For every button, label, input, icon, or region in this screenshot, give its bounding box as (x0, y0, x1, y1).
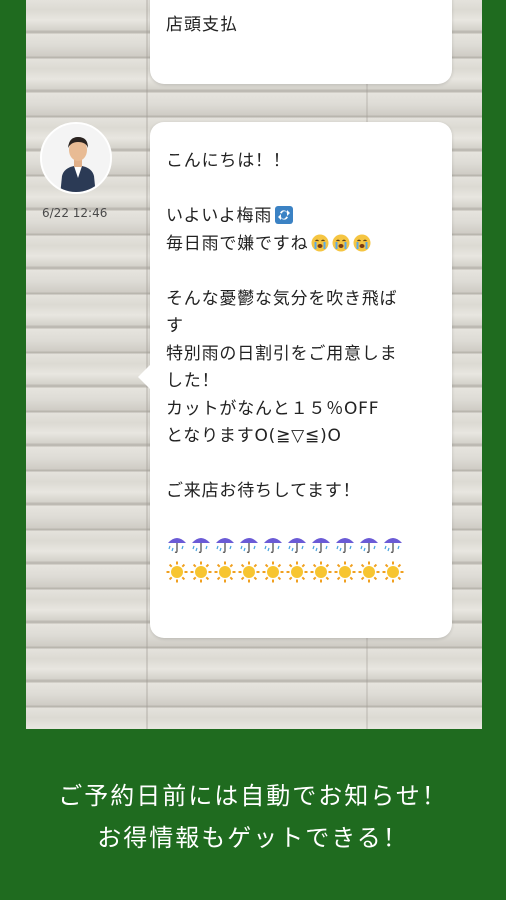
message-line: す (166, 316, 184, 336)
message-line: そんな憂鬱な気分を吹き飛ば (166, 288, 398, 309)
message-line: カットがなんと１５％OFF (166, 398, 380, 419)
message-body: こんにちは！！ いよいよ梅雨 毎日雨で嫌ですね そんな憂鬱な気分を吹き飛ば す … (166, 148, 441, 588)
message-line: こんにちは！！ (166, 151, 291, 171)
avatar[interactable] (40, 122, 112, 194)
previous-message-bubble: 店頭支払 (150, 0, 452, 84)
sun-icon (190, 561, 212, 582)
umbrella-rain-icon (216, 538, 234, 553)
sun-icon (238, 561, 260, 582)
message-line-with-icon: いよいよ梅雨 (166, 203, 441, 231)
crying-face-icon (311, 234, 329, 251)
message-line: いよいよ梅雨 (166, 206, 273, 226)
chat-screen: 店頭支払 6/22 12:46 こんにちは！！ いよいよ梅雨 毎日雨で嫌ですね … (26, 0, 482, 729)
message-line: となりますO(≧▽≦)O (166, 426, 342, 446)
umbrella-rain-icon (168, 538, 186, 553)
arrow-repeat-icon (275, 206, 294, 224)
sun-icon (214, 561, 236, 582)
crying-face-icon (332, 234, 350, 251)
umbrella-rain-icon (264, 538, 282, 553)
promo-caption-line-2: お得情報もゲットできる！ (97, 824, 409, 852)
message-timestamp: 6/22 12:46 (42, 206, 108, 220)
umbrella-rain-icon (360, 538, 378, 553)
previous-message-text: 店頭支払 (166, 15, 238, 35)
sun-icon (310, 561, 332, 582)
promo-caption-line-1: ご予約日前には自動でお知らせ！ (58, 782, 448, 810)
message-line: 毎日雨で嫌ですね (166, 233, 309, 254)
umbrella-rain-icon (312, 538, 330, 553)
umbrella-rain-icon (192, 538, 210, 553)
sun-icon (262, 561, 284, 582)
crying-face-icon (353, 234, 371, 251)
umbrella-emoji-row (166, 533, 441, 561)
umbrella-rain-icon (336, 538, 354, 553)
sun-emoji-row (166, 561, 441, 589)
sun-icon (166, 561, 188, 582)
bubble-tail (138, 364, 151, 390)
umbrella-rain-icon (384, 538, 402, 553)
umbrella-rain-icon (240, 538, 258, 553)
umbrella-rain-icon (288, 538, 306, 553)
message-line: した！ (166, 371, 220, 391)
message-line: 特別雨の日割引をご用意しま (166, 343, 398, 364)
sun-icon (358, 561, 380, 582)
message-bubble: こんにちは！！ いよいよ梅雨 毎日雨で嫌ですね そんな憂鬱な気分を吹き飛ば す … (138, 122, 452, 638)
sun-icon (334, 561, 356, 582)
promo-caption: ご予約日前には自動でお知らせ！ お得情報もゲットできる！ (0, 775, 506, 859)
message-line: ご来店お待ちしてます！ (166, 481, 361, 501)
message-line-with-icons: 毎日雨で嫌ですね (166, 231, 441, 259)
sun-icon (382, 561, 404, 582)
sun-icon (286, 561, 308, 582)
